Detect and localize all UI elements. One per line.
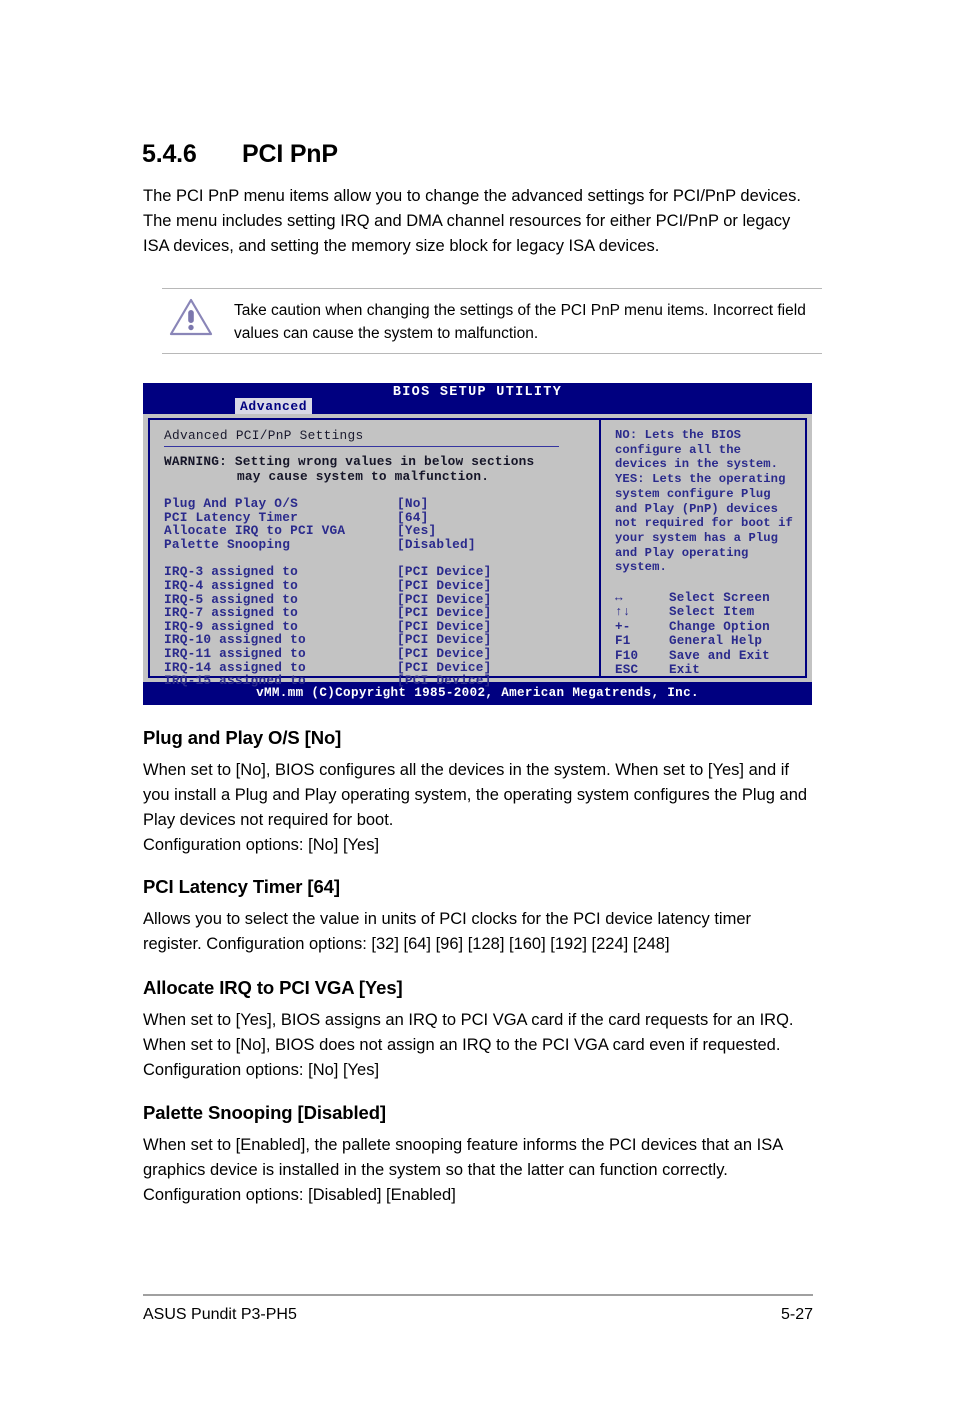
subsection-allocate-irq-to-pci-vga: Allocate IRQ to PCI VGA [Yes] When set t… xyxy=(143,977,813,1083)
key-legend-row: ↑↓ Select Item xyxy=(615,605,805,619)
subsection-title: PCI Latency Timer [64] xyxy=(143,876,340,897)
footer-product-name: ASUS Pundit P3-PH5 xyxy=(143,1306,297,1323)
key-cap: +- xyxy=(615,619,631,634)
key-cap: F1 xyxy=(615,634,631,649)
bios-setting-row[interactable]: Palette Snooping [Disabled] xyxy=(164,538,599,552)
option-value[interactable]: [Yes] xyxy=(397,524,599,538)
help-panel-text: NO: Lets the BIOS configure all the devi… xyxy=(615,428,793,575)
key-description: Change Option xyxy=(669,619,770,634)
option-label: IRQ-4 assigned to xyxy=(164,577,298,593)
caution-note: Take caution when changing the settings … xyxy=(162,288,822,354)
subsection-palette-snooping: Palette Snooping [Disabled] When set to … xyxy=(143,1102,813,1208)
option-label: IRQ-15 assigned to xyxy=(164,673,306,689)
subsection-body: When set to [Enabled], the pallete snoop… xyxy=(143,1136,783,1204)
bios-body: Advanced PCI/PnP Settings WARNING: Setti… xyxy=(143,414,812,687)
key-description: Save and Exit xyxy=(669,648,770,663)
key-cap: F10 xyxy=(615,648,639,663)
bios-irq-row[interactable]: IRQ-9 assigned to [PCI Device] xyxy=(164,620,599,634)
subsection-title: Palette Snooping [Disabled] xyxy=(143,1102,386,1123)
option-label: IRQ-10 assigned to xyxy=(164,632,306,648)
option-value[interactable]: [No] xyxy=(397,497,599,511)
bios-irq-row[interactable]: IRQ-14 assigned to [PCI Device] xyxy=(164,659,599,675)
option-value[interactable]: [PCI Device] xyxy=(397,565,599,579)
bios-irq-row[interactable]: IRQ-3 assigned to [PCI Device] xyxy=(164,565,599,579)
subsection-plug-and-play-os: Plug and Play O/S [No] When set to [No],… xyxy=(143,727,813,858)
bios-setup-screenshot: BIOS SETUP UTILITY Advanced Advanced PCI… xyxy=(143,383,812,705)
section-title: PCI PnP xyxy=(242,140,338,168)
settings-panel-heading: Advanced PCI/PnP Settings xyxy=(164,428,364,443)
bios-warning-line-1: WARNING: Setting wrong values in below s… xyxy=(164,454,535,469)
option-value[interactable]: [PCI Device] xyxy=(397,660,599,675)
bios-setting-row[interactable]: PCI Latency Timer [64] xyxy=(164,509,599,525)
option-value[interactable]: [PCI Device] xyxy=(397,592,599,607)
key-description: General Help xyxy=(669,634,763,649)
subsection-body: Allows you to select the value in units … xyxy=(143,910,752,953)
bios-setting-row[interactable]: Plug And Play O/S [No] xyxy=(164,497,599,511)
key-description: Exit xyxy=(669,663,701,678)
option-label: IRQ-7 assigned to xyxy=(164,605,298,621)
key-legend-row: +- Change Option xyxy=(615,620,805,634)
option-value[interactable]: [PCI Device] xyxy=(397,674,599,688)
key-cap: ESC xyxy=(615,663,639,678)
bios-title-bar: BIOS SETUP UTILITY Advanced xyxy=(143,383,812,416)
key-legend-row: F10 Save and Exit xyxy=(615,649,805,663)
subsection-pci-latency-timer: PCI Latency Timer [64] Allows you to sel… xyxy=(143,876,813,957)
bios-settings-panel: Advanced PCI/PnP Settings WARNING: Setti… xyxy=(148,418,600,687)
subsection-title: Allocate IRQ to PCI VGA [Yes] xyxy=(143,977,403,998)
caution-triangle-icon xyxy=(162,295,220,337)
subsection-body: When set to [No], BIOS configures all th… xyxy=(143,761,808,854)
bios-irq-row[interactable]: IRQ-10 assigned to [PCI Device] xyxy=(164,633,599,647)
bios-irq-row[interactable]: IRQ-4 assigned to [PCI Device] xyxy=(164,579,599,593)
key-legend-row: F1 General Help xyxy=(615,634,805,648)
key-cap: ↑↓ xyxy=(615,605,631,620)
option-value[interactable]: [PCI Device] xyxy=(397,620,599,634)
irq-assignment-list: IRQ-3 assigned to [PCI Device] IRQ-4 assig… xyxy=(164,565,599,687)
key-description: Select Screen xyxy=(669,591,770,606)
section-number: 5.4.6 xyxy=(142,140,197,168)
bios-irq-row[interactable]: IRQ-11 assigned to [PCI Device] xyxy=(164,647,599,661)
document-page: 5.4.6 PCI PnP The PCI PnP menu items all… xyxy=(0,0,954,1406)
option-label: IRQ-11 assigned to xyxy=(164,645,306,661)
key-legend: ↔ Select Screen ↑↓ Select Item +- Change Opti… xyxy=(615,591,805,677)
key-legend-row: ESC Exit xyxy=(615,663,805,677)
panel-divider xyxy=(164,446,559,447)
option-label: IRQ-5 assigned to xyxy=(164,591,298,607)
bios-warning-line-2: may cause system to malfunction. xyxy=(237,469,490,484)
footer-page-number: 5-27 xyxy=(780,1306,813,1323)
bios-help-panel: NO: Lets the BIOS configure all the devi… xyxy=(600,418,807,678)
option-label: IRQ-14 assigned to xyxy=(164,659,306,675)
intro-paragraph: The PCI PnP menu items allow you to chan… xyxy=(143,187,801,255)
settings-option-list: Plug And Play O/S [No] PCI Latency Timer [6… xyxy=(164,497,599,551)
option-label: PCI Latency Timer xyxy=(164,509,298,525)
option-value[interactable]: [PCI Device] xyxy=(397,579,599,593)
page-title: 5.4.6 PCI PnP xyxy=(142,140,338,169)
subsection-title: Plug and Play O/S [No] xyxy=(143,727,342,748)
bios-setting-row[interactable]: Allocate IRQ to PCI VGA [Yes] xyxy=(164,524,599,538)
bios-irq-row[interactable]: IRQ-7 assigned to [PCI Device] xyxy=(164,606,599,620)
key-cap: ↔ xyxy=(615,591,623,606)
key-legend-row: ↔ Select Screen xyxy=(615,591,805,605)
option-label: Plug And Play O/S xyxy=(164,496,298,511)
caution-note-text: Take caution when changing the settings … xyxy=(234,302,806,342)
option-value[interactable]: [Disabled] xyxy=(397,538,599,552)
subsection-body: When set to [Yes], BIOS assigns an IRQ t… xyxy=(143,1011,794,1079)
option-value[interactable]: [PCI Device] xyxy=(397,647,599,661)
bios-irq-row[interactable]: IRQ-15 assigned to [PCI Device] xyxy=(164,674,599,688)
option-label: IRQ-9 assigned to xyxy=(164,618,298,634)
option-value[interactable]: [PCI Device] xyxy=(397,633,599,647)
option-value[interactable]: [64] xyxy=(397,510,599,525)
option-value[interactable]: [PCI Device] xyxy=(397,606,599,620)
option-label: Palette Snooping xyxy=(164,536,291,552)
bios-irq-row[interactable]: IRQ-5 assigned to [PCI Device] xyxy=(164,591,599,607)
option-label: IRQ-3 assigned to xyxy=(164,564,298,580)
footer-divider xyxy=(143,1294,813,1296)
option-label: Allocate IRQ to PCI VGA xyxy=(164,523,346,539)
key-description: Select Item xyxy=(669,605,755,620)
